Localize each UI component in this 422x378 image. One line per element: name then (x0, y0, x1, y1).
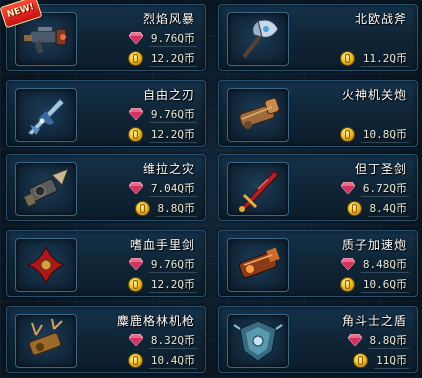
item-card-vulcan-cannon[interactable]: 火神机关炮 10.8Q币 (218, 80, 418, 147)
coin-price: 8.8Q币 (155, 201, 197, 217)
weapon-thumbnail (227, 12, 289, 66)
gem-icon (128, 182, 143, 194)
gem-price: 9.76Q币 (148, 257, 197, 273)
gatling-gun-icon (239, 97, 280, 129)
gem-price: 6.72Q币 (360, 181, 409, 197)
coin-price-row: 10.6Q币 (339, 275, 409, 293)
coin-price-row: 12.2Q币 (127, 275, 197, 293)
coin-price: 10.6Q币 (360, 277, 409, 293)
item-card-nordic-axe[interactable]: 北欧战斧 11.2Q币 (218, 4, 418, 71)
gem-price-row: 9.76Q币 (128, 105, 197, 123)
item-name: 嗜血手里剑 (129, 238, 195, 252)
gem-icon (128, 258, 143, 270)
coin-price-row: 12.2Q币 (127, 49, 197, 67)
item-card-dante-holy-sword[interactable]: 但丁圣剑 6.72Q币 8.4Q币 (218, 154, 418, 221)
coin-icon (127, 126, 143, 142)
gladiator-shield-icon (233, 320, 283, 362)
gem-icon (128, 32, 143, 44)
item-name: 火神机关炮 (341, 88, 407, 102)
coin-price-row: 8.8Q币 (134, 199, 197, 217)
gem-price-row: 9.76Q币 (128, 255, 197, 273)
proton-cannon-icon (238, 247, 280, 279)
coin-price: 10.4Q币 (148, 353, 197, 369)
item-name: 麋鹿格林机枪 (116, 314, 195, 328)
item-card-vera-disaster[interactable]: 维拉之灾 7.04Q币 8.8Q币 (6, 154, 206, 221)
gem-price: 7.04Q币 (148, 181, 197, 197)
gem-price-row: 8.48Q币 (340, 255, 409, 273)
item-card-gladiator-shield[interactable]: 角斗士之盾 8.8Q币 11Q币 (218, 306, 418, 373)
coin-icon (339, 276, 355, 292)
item-name: 质子加速炮 (341, 238, 407, 252)
item-name: 北欧战斧 (354, 12, 407, 26)
antler-gun-icon (28, 318, 63, 356)
coin-price-row: 11Q币 (353, 351, 409, 369)
item-name: 角斗士之盾 (341, 314, 407, 328)
coin-icon (339, 126, 355, 142)
battle-axe-icon (242, 19, 279, 59)
weapon-thumbnail (15, 314, 77, 368)
gem-icon (128, 334, 143, 346)
holy-sword-icon (239, 170, 279, 212)
coin-price: 11Q币 (374, 353, 409, 369)
weapon-thumbnail (15, 238, 77, 292)
gem-price: 8.32Q币 (148, 333, 197, 349)
drill-cannon-icon (24, 168, 69, 207)
gem-price: 9.76Q币 (148, 31, 197, 47)
item-name: 烈焰风暴 (142, 12, 195, 26)
gem-price-row: 8.8Q币 (347, 331, 409, 349)
coin-price: 12.2Q币 (148, 127, 197, 143)
item-card-elk-gatling[interactable]: 麋鹿格林机枪 8.32Q币 10.4Q币 (6, 306, 206, 373)
gem-icon (340, 258, 355, 270)
item-card-freedom-blade[interactable]: 自由之刃 9.76Q币 12.2Q币 (6, 80, 206, 147)
shuriken-icon (26, 245, 66, 285)
weapon-thumbnail (15, 88, 77, 142)
item-name: 维拉之灾 (142, 162, 195, 176)
weapon-thumbnail (15, 162, 77, 216)
item-card-proton-cannon[interactable]: 质子加速炮 8.48Q币 10.6Q币 (218, 230, 418, 297)
coin-price: 10.8Q币 (360, 127, 409, 143)
weapon-thumbnail (227, 88, 289, 142)
gem-icon (128, 108, 143, 120)
gem-price: 8.48Q币 (360, 257, 409, 273)
item-name: 自由之刃 (142, 88, 195, 102)
coin-icon (127, 276, 143, 292)
weapon-thumbnail (227, 162, 289, 216)
item-card-bloodthirsty-shuriken[interactable]: 嗜血手里剑 9.76Q币 12.2Q币 (6, 230, 206, 297)
gem-icon (340, 182, 355, 194)
gem-price-row: 9.76Q币 (128, 29, 197, 47)
gem-price-row: 8.32Q币 (128, 331, 197, 349)
coin-price: 8.4Q币 (367, 201, 409, 217)
coin-price-row: 10.8Q币 (339, 125, 409, 143)
blade-icon (27, 98, 65, 136)
item-name: 但丁圣剑 (354, 162, 407, 176)
coin-icon (134, 200, 150, 216)
gem-icon (347, 334, 362, 346)
coin-icon (346, 200, 362, 216)
coin-price: 12.2Q币 (148, 51, 197, 67)
scrollbar-edge (418, 0, 422, 378)
coin-price-row: 11.2Q币 (339, 49, 409, 67)
weapon-thumbnail (227, 238, 289, 292)
gem-price-row: 7.04Q币 (128, 179, 197, 197)
gem-price: 9.76Q币 (148, 107, 197, 123)
gem-price-row: 6.72Q币 (340, 179, 409, 197)
coin-price-row: 8.4Q币 (346, 199, 409, 217)
coin-icon (127, 352, 143, 368)
coin-price: 12.2Q币 (148, 277, 197, 293)
coin-icon (339, 50, 355, 66)
weapon-thumbnail (227, 314, 289, 368)
coin-price: 11.2Q币 (360, 51, 409, 67)
coin-price-row: 10.4Q币 (127, 351, 197, 369)
gem-price: 8.8Q币 (367, 333, 409, 349)
coin-icon (353, 352, 369, 368)
coin-icon (127, 50, 143, 66)
coin-price-row: 12.2Q币 (127, 125, 197, 143)
